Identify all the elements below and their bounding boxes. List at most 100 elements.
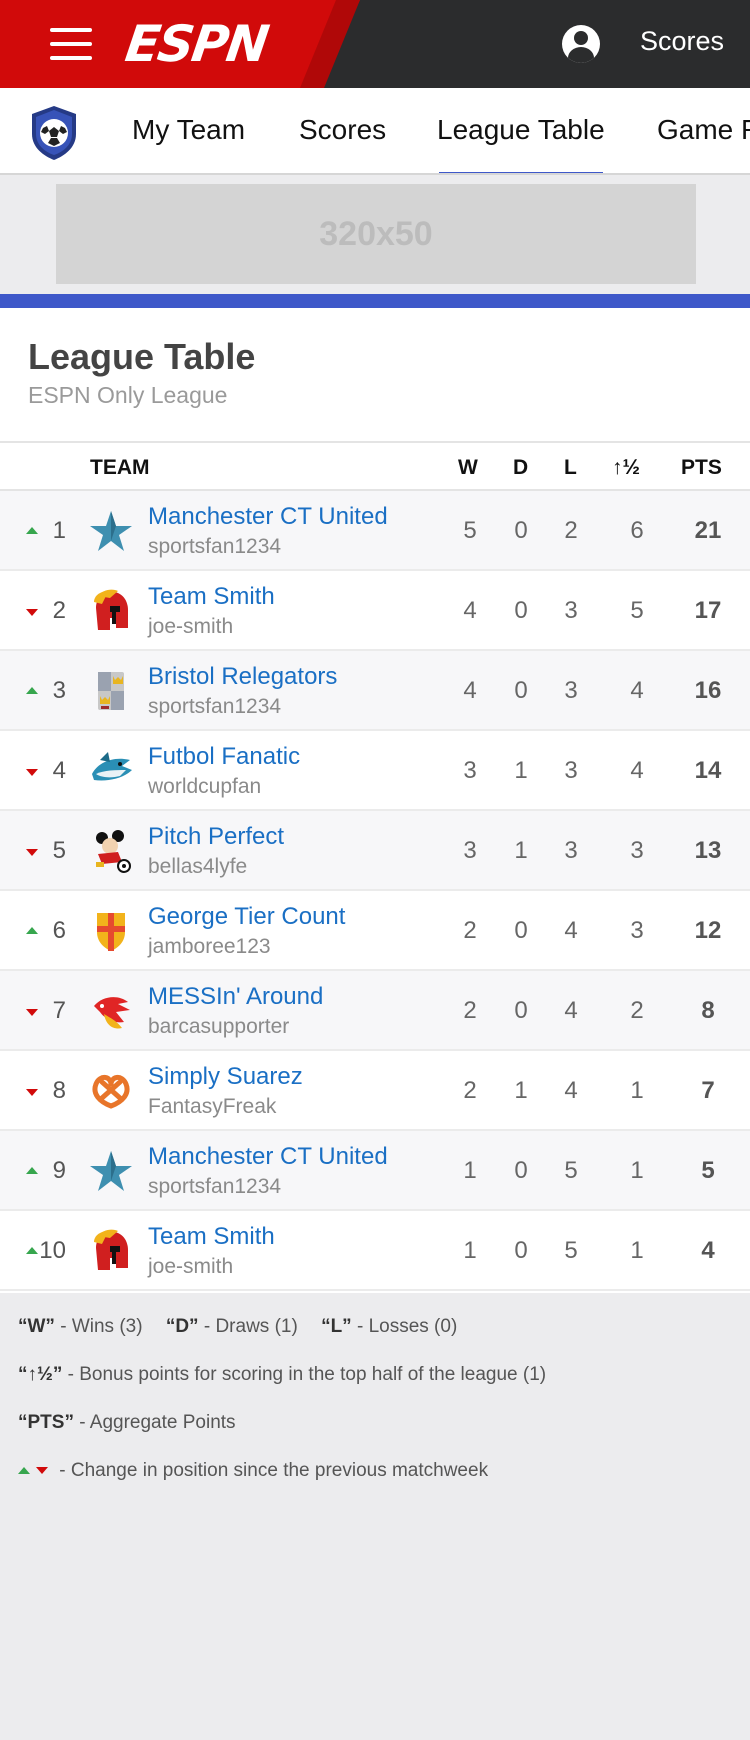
points: 4 (701, 1237, 715, 1264)
spartan-helmet-icon (94, 589, 128, 630)
bonus: 2 (630, 997, 644, 1024)
draws: 0 (514, 677, 528, 704)
rank: 5 (52, 837, 66, 864)
cross-shield-icon (97, 913, 125, 951)
team-name-link[interactable]: Team Smith (148, 1223, 275, 1251)
team-name-link[interactable]: Bristol Relegators (148, 663, 337, 691)
points: 21 (694, 517, 722, 544)
draws: 0 (514, 997, 528, 1024)
team-name-link[interactable]: Pitch Perfect (148, 823, 284, 851)
team-name-link[interactable]: Manchester CT United (148, 1143, 388, 1171)
draws: 0 (514, 517, 528, 544)
wins: 2 (463, 917, 477, 944)
tab-scores[interactable]: Scores (299, 114, 386, 146)
legend-l-key: “L” (321, 1316, 352, 1337)
position-up-icon (18, 1467, 30, 1475)
losses: 3 (564, 597, 578, 624)
sub-navigation: My Team Scores League Table Game R (0, 88, 750, 175)
table-row[interactable]: 1 Manchester CT United sportsfan1234 5 0… (0, 491, 750, 571)
spartan-helmet-icon (94, 1229, 128, 1270)
team-owner: jamboree123 (148, 935, 271, 958)
losses: 2 (564, 517, 578, 544)
table-body: 1 Manchester CT United sportsfan1234 5 0… (0, 491, 750, 1291)
table-row[interactable]: 4 Futbol Fanatic worldcupfan 3 1 3 4 14 (0, 731, 750, 811)
draws: 0 (514, 1237, 528, 1264)
table-row[interactable]: 5 Pitch Perfect bellas4lyfe 3 1 3 3 13 (0, 811, 750, 891)
scores-link[interactable]: Scores (640, 26, 724, 57)
draws: 1 (514, 757, 528, 784)
wins: 1 (463, 1237, 477, 1264)
draws: 0 (514, 1157, 528, 1184)
espn-logo[interactable]: ESPN (122, 14, 300, 74)
wins: 2 (463, 997, 477, 1024)
star-icon (90, 511, 132, 551)
table-row[interactable]: 8 Simply Suarez FantasyFreak 2 1 4 1 7 (0, 1051, 750, 1131)
ad-placeholder[interactable]: 320x50 (56, 184, 696, 284)
points: 14 (694, 757, 722, 784)
league-table-card: League Table ESPN Only League TEAM W D L… (0, 308, 750, 1293)
tab-game-r[interactable]: Game R (657, 114, 750, 146)
team-badge-icon[interactable] (24, 102, 84, 162)
losses: 4 (564, 1077, 578, 1104)
rank: 3 (52, 677, 66, 704)
table-row[interactable]: 7 MESSIn' Around barcasupporter 2 0 4 2 … (0, 971, 750, 1051)
table-row[interactable]: 9 Manchester CT United sportsfan1234 1 0… (0, 1131, 750, 1211)
legend-points: “PTS” - Aggregate Points (18, 1412, 236, 1434)
table-row[interactable]: 10 Team Smith joe-smith 1 0 5 1 4 (0, 1211, 750, 1291)
legend-bonus: “↑½” - Bonus points for scoring in the t… (18, 1364, 546, 1386)
user-icon[interactable] (562, 25, 600, 63)
draws: 1 (514, 1077, 528, 1104)
rank: 7 (52, 997, 66, 1024)
menu-icon[interactable] (50, 28, 92, 60)
star-icon (90, 1151, 132, 1191)
losses: 3 (564, 677, 578, 704)
position-down-icon (36, 1467, 48, 1475)
col-losses: L (564, 456, 577, 479)
wins: 4 (463, 677, 477, 704)
legend-w-text: - Wins (3) (60, 1316, 143, 1337)
team-owner: bellas4lyfe (148, 855, 248, 878)
team-name-link[interactable]: MESSIn' Around (148, 983, 323, 1011)
team-name-link[interactable]: Team Smith (148, 583, 275, 611)
team-owner: barcasupporter (148, 1015, 290, 1038)
team-name-link[interactable]: George Tier Count (148, 903, 345, 931)
table-row[interactable]: 2 Team Smith joe-smith 4 0 3 5 17 (0, 571, 750, 651)
points: 17 (694, 597, 722, 624)
team-name-link[interactable]: Simply Suarez (148, 1063, 303, 1091)
legend-w-key: “W” (18, 1316, 55, 1337)
bonus: 4 (630, 677, 644, 704)
bonus: 1 (630, 1237, 644, 1264)
col-points: PTS (681, 456, 722, 479)
rank: 8 (52, 1077, 66, 1104)
team-name-link[interactable]: Manchester CT United (148, 503, 388, 531)
bonus: 3 (630, 837, 644, 864)
tab-my-team[interactable]: My Team (132, 114, 245, 146)
losses: 4 (564, 917, 578, 944)
crest-icon (98, 672, 124, 710)
league-name: ESPN Only League (28, 382, 228, 408)
pretzel-icon (92, 1075, 130, 1109)
legend-change: - Change in position since the previous … (18, 1460, 488, 1482)
col-bonus: ↑½ (612, 456, 641, 479)
legend-l-text: - Losses (0) (356, 1316, 458, 1337)
points: 8 (701, 997, 715, 1024)
draws: 0 (514, 597, 528, 624)
tab-league-table[interactable]: League Table (437, 114, 605, 173)
wins: 5 (463, 517, 477, 544)
wins: 2 (463, 1077, 477, 1104)
legend-pts-text: - Aggregate Points (79, 1412, 236, 1433)
table-row[interactable]: 3 Bristol Relegators sportsfan1234 4 0 3… (0, 651, 750, 731)
rank: 4 (52, 757, 66, 784)
points: 16 (694, 677, 722, 704)
team-owner: FantasyFreak (148, 1095, 277, 1118)
rank: 6 (52, 917, 66, 944)
wins: 3 (463, 757, 477, 784)
shark-icon (92, 752, 132, 781)
table-row[interactable]: 6 George Tier Count jamboree123 2 0 4 3 … (0, 891, 750, 971)
losses: 4 (564, 997, 578, 1024)
team-name-link[interactable]: Futbol Fanatic (148, 743, 300, 771)
legend-pts-key: “PTS” (18, 1412, 74, 1433)
rank: 10 (39, 1237, 66, 1264)
legend-bonus-text: - Bonus points for scoring in the top ha… (67, 1364, 547, 1385)
legend-wdl: “W” - Wins (3) “D” - Draws (1) “L” - Los… (18, 1316, 457, 1338)
